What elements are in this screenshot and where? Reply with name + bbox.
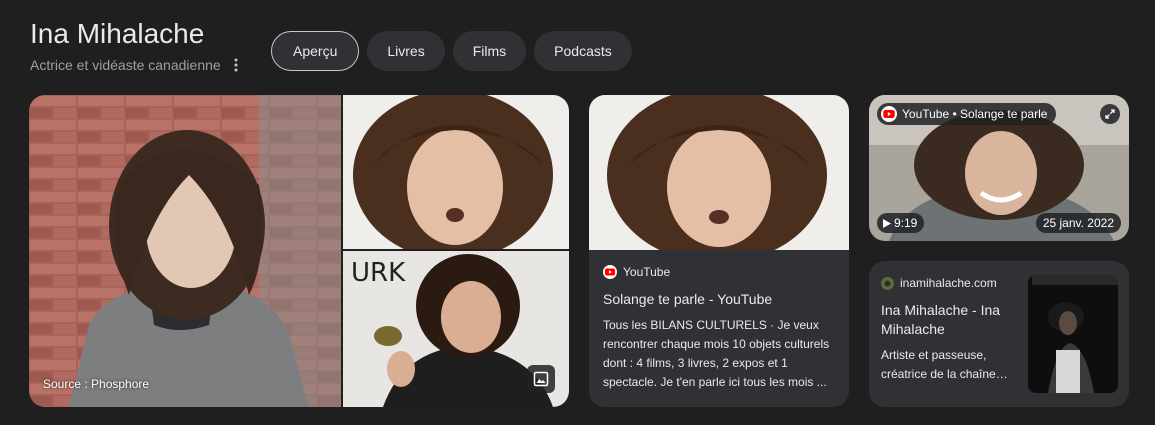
result-source: inamihalache.com [881, 276, 997, 290]
video-duration-label: 9:19 [894, 216, 918, 230]
result-title[interactable]: Solange te parle - YouTube [603, 291, 772, 307]
youtube-icon [603, 265, 617, 279]
tab-bar: Aperçu Livres Films Podcasts [271, 31, 632, 71]
photo-bottom-right[interactable]: URK [343, 251, 569, 407]
video-channel-label: YouTube • Solange te parle [902, 107, 1048, 121]
result-source-label: inamihalache.com [900, 276, 997, 290]
expand-icon [1105, 109, 1115, 119]
tab-podcasts[interactable]: Podcasts [534, 31, 632, 71]
photo-top-right[interactable] [343, 95, 569, 249]
page-subtitle: Actrice et vidéaste canadienne [30, 57, 221, 73]
expand-button[interactable] [1100, 104, 1120, 124]
video-thumbnail [589, 95, 849, 250]
tab-livres[interactable]: Livres [367, 31, 445, 71]
play-icon [883, 218, 891, 228]
page-title: Ina Mihalache [30, 18, 205, 49]
portrait-image [343, 95, 569, 249]
video-channel-badge: YouTube • Solange te parle [877, 103, 1057, 125]
result-snippet: Tous les BILANS CULTURELS · Je veux renc… [603, 318, 830, 389]
result-source-label: YouTube [623, 265, 671, 279]
tab-apercu[interactable]: Aperçu [271, 31, 360, 71]
image-search-button[interactable] [527, 365, 555, 393]
result-snippet: Artiste et passeuse, créatrice de la cha… [881, 348, 1008, 381]
result-title[interactable]: Ina Mihalache - Ina Mihalache [881, 301, 1021, 339]
photo-main[interactable]: Source : Phosphore [29, 95, 341, 407]
youtube-icon [881, 106, 897, 122]
result-source: YouTube [603, 265, 670, 279]
video-result-card[interactable]: YouTube • Solange te parle 9:19 25 janv.… [869, 95, 1129, 241]
photo-source-label: Source : Phosphore [43, 377, 150, 391]
more-options-button[interactable] [229, 55, 243, 75]
image-icon [533, 371, 549, 387]
website-result-card[interactable]: inamihalache.com Ina Mihalache - Ina Mih… [869, 261, 1129, 407]
video-date: 25 janv. 2022 [1035, 213, 1121, 233]
more-vert-icon [234, 58, 238, 72]
video-duration: 9:19 [877, 213, 925, 233]
site-favicon [881, 276, 894, 290]
svg-text:URK: URK [351, 258, 406, 288]
youtube-result-card[interactable]: YouTube Solange te parle - YouTube Tous … [589, 95, 849, 407]
website-thumbnail [1028, 275, 1118, 393]
tab-films[interactable]: Films [452, 31, 527, 71]
portrait-image [29, 95, 341, 407]
